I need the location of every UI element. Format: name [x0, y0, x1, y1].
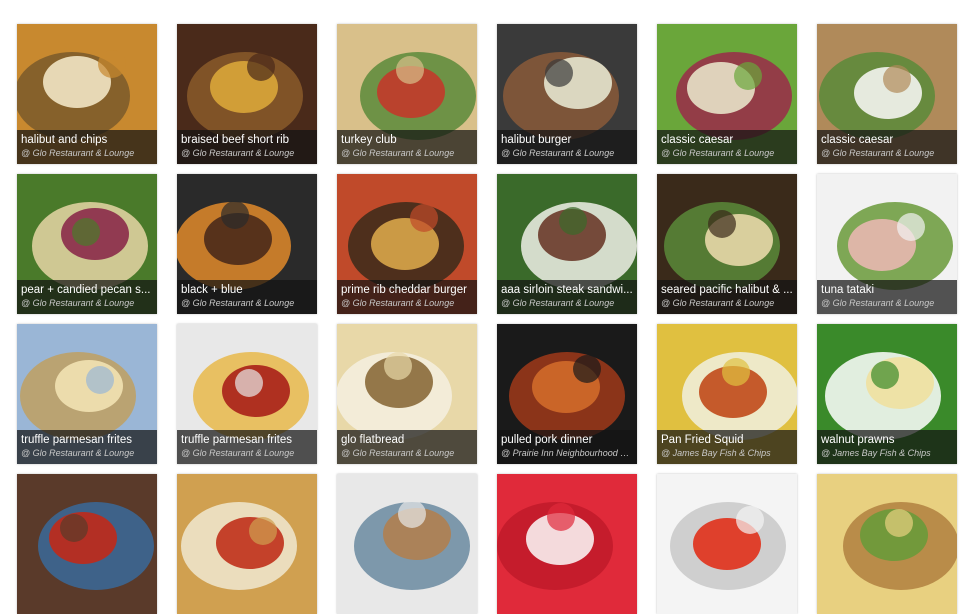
- gallery-tile[interactable]: [657, 474, 797, 614]
- restaurant-source: @ Glo Restaurant & Lounge: [661, 148, 775, 158]
- dish-title: classic caesar: [821, 134, 894, 146]
- gallery-tile[interactable]: halibut and chips @ Glo Restaurant & Loun…: [17, 24, 157, 164]
- gallery-tile[interactable]: prime rib cheddar burger @ Glo Restaurant…: [337, 174, 477, 314]
- dish-title: walnut prawns: [821, 434, 895, 446]
- restaurant-source: @ Glo Restaurant & Lounge: [341, 148, 455, 158]
- gallery-tile[interactable]: Pan Fried Squid @ James Bay Fish & Chips: [657, 324, 797, 464]
- gallery-tile[interactable]: [177, 474, 317, 614]
- dish-title: aaa sirloin steak sandwi...: [501, 284, 633, 296]
- dish-title: classic caesar: [661, 134, 734, 146]
- food-photo: [497, 474, 637, 614]
- tile-caption: prime rib cheddar burger @ Glo Restaurant…: [337, 280, 477, 314]
- restaurant-source: @ Glo Restaurant & Lounge: [21, 148, 135, 158]
- restaurant-source: @ Glo Restaurant & Lounge: [821, 148, 935, 158]
- dish-title: halibut burger: [501, 134, 572, 146]
- gallery-tile[interactable]: truffle parmesan frites @ Glo Restaurant …: [177, 324, 317, 464]
- restaurant-source: @ Glo Restaurant & Lounge: [821, 298, 935, 308]
- restaurant-source: @ James Bay Fish & Chips: [821, 448, 931, 458]
- food-photo: [177, 474, 317, 614]
- dish-title: Pan Fried Squid: [661, 434, 744, 446]
- gallery-tile[interactable]: walnut prawns @ James Bay Fish & Chips: [817, 324, 957, 464]
- restaurant-source: @ Glo Restaurant & Lounge: [341, 298, 455, 308]
- dish-title: braised beef short rib: [181, 134, 290, 146]
- gallery-tile[interactable]: aaa sirloin steak sandwi... @ Glo Restaur…: [497, 174, 637, 314]
- tile-caption: pulled pork dinner @ Prairie Inn Neighbou…: [497, 430, 637, 464]
- restaurant-source: @ Glo Restaurant & Lounge: [21, 448, 135, 458]
- tile-caption: seared pacific halibut & ... @ Glo Restau…: [657, 280, 797, 314]
- food-photo: [17, 474, 157, 614]
- photo-grid: halibut and chips @ Glo Restaurant & Loun…: [17, 24, 957, 614]
- tile-caption: black + blue @ Glo Restaurant & Lounge: [177, 280, 317, 314]
- dish-title: tuna tataki: [821, 284, 875, 296]
- tile-caption: halibut and chips @ Glo Restaurant & Loun…: [17, 130, 157, 164]
- tile-caption: glo flatbread @ Glo Restaurant & Lounge: [337, 430, 477, 464]
- restaurant-source: @ Glo Restaurant & Lounge: [181, 448, 295, 458]
- gallery-tile[interactable]: pear + candied pecan s... @ Glo Restauran…: [17, 174, 157, 314]
- gallery-tile[interactable]: truffle parmesan frites @ Glo Restaurant …: [17, 324, 157, 464]
- restaurant-source: @ Glo Restaurant & Lounge: [181, 298, 295, 308]
- tile-caption: Pan Fried Squid @ James Bay Fish & Chips: [657, 430, 797, 464]
- tile-caption: braised beef short rib @ Glo Restaurant &…: [177, 130, 317, 164]
- gallery-tile[interactable]: classic caesar @ Glo Restaurant & Lounge: [817, 24, 957, 164]
- tile-caption: truffle parmesan frites @ Glo Restaurant …: [177, 430, 317, 464]
- dish-title: halibut and chips: [21, 134, 108, 146]
- food-photo: [817, 474, 957, 614]
- dish-title: truffle parmesan frites: [21, 434, 133, 446]
- tile-caption: halibut burger @ Glo Restaurant & Lounge: [497, 130, 637, 164]
- restaurant-source: @ Prairie Inn Neighbourhood Pub: [501, 448, 633, 458]
- gallery-tile[interactable]: seared pacific halibut & ... @ Glo Restau…: [657, 174, 797, 314]
- gallery-tile[interactable]: turkey club @ Glo Restaurant & Lounge: [337, 24, 477, 164]
- gallery-tile[interactable]: braised beef short rib @ Glo Restaurant &…: [177, 24, 317, 164]
- gallery-tile[interactable]: tuna tataki @ Glo Restaurant & Lounge: [817, 174, 957, 314]
- gallery-tile[interactable]: [17, 474, 157, 614]
- tile-caption: classic caesar @ Glo Restaurant & Lounge: [657, 130, 797, 164]
- gallery-tile[interactable]: black + blue @ Glo Restaurant & Lounge: [177, 174, 317, 314]
- gallery-tile[interactable]: pulled pork dinner @ Prairie Inn Neighbou…: [497, 324, 637, 464]
- restaurant-source: @ James Bay Fish & Chips: [661, 448, 771, 458]
- gallery-tile[interactable]: [337, 474, 477, 614]
- restaurant-source: @ Glo Restaurant & Lounge: [21, 298, 135, 308]
- dish-title: turkey club: [341, 134, 397, 146]
- restaurant-source: @ Glo Restaurant & Lounge: [501, 298, 615, 308]
- tile-caption: pear + candied pecan s... @ Glo Restauran…: [17, 280, 157, 314]
- dish-title: black + blue: [181, 284, 243, 296]
- dish-title: truffle parmesan frites: [181, 434, 293, 446]
- food-photo: [657, 474, 797, 614]
- gallery-tile[interactable]: [497, 474, 637, 614]
- dish-title: glo flatbread: [341, 434, 405, 446]
- restaurant-source: @ Glo Restaurant & Lounge: [661, 298, 775, 308]
- tile-caption: walnut prawns @ James Bay Fish & Chips: [817, 430, 957, 464]
- restaurant-source: @ Glo Restaurant & Lounge: [341, 448, 455, 458]
- tile-caption: turkey club @ Glo Restaurant & Lounge: [337, 130, 477, 164]
- gallery-tile[interactable]: halibut burger @ Glo Restaurant & Lounge: [497, 24, 637, 164]
- tile-caption: truffle parmesan frites @ Glo Restaurant …: [17, 430, 157, 464]
- tile-caption: classic caesar @ Glo Restaurant & Lounge: [817, 130, 957, 164]
- dish-title: pulled pork dinner: [501, 434, 593, 446]
- tile-caption: aaa sirloin steak sandwi... @ Glo Restaur…: [497, 280, 637, 314]
- gallery-tile[interactable]: [817, 474, 957, 614]
- restaurant-source: @ Glo Restaurant & Lounge: [181, 148, 295, 158]
- dish-title: seared pacific halibut & ...: [661, 284, 793, 296]
- dish-title: pear + candied pecan s...: [21, 284, 151, 296]
- food-photo: [337, 474, 477, 614]
- tile-caption: tuna tataki @ Glo Restaurant & Lounge: [817, 280, 957, 314]
- dish-title: prime rib cheddar burger: [341, 284, 467, 296]
- restaurant-source: @ Glo Restaurant & Lounge: [501, 148, 615, 158]
- gallery-tile[interactable]: glo flatbread @ Glo Restaurant & Lounge: [337, 324, 477, 464]
- gallery-tile[interactable]: classic caesar @ Glo Restaurant & Lounge: [657, 24, 797, 164]
